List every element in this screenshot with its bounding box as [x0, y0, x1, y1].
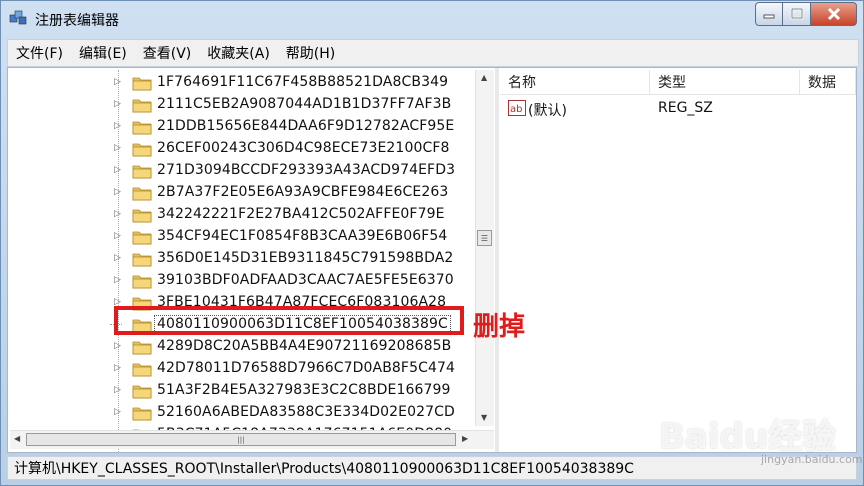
scroll-down-arrow-icon[interactable]: ▼ [481, 413, 487, 422]
menu-file[interactable]: 文件(F) [8, 43, 71, 63]
expand-arrow-icon[interactable]: ▷ [114, 407, 121, 417]
tree-item-label: 354CF94EC1F0854F8B3CAA39E6B06F54 [157, 228, 448, 244]
scroll-right-arrow-icon[interactable]: ▶ [462, 434, 468, 443]
expand-arrow-icon[interactable]: ▷ [114, 77, 121, 87]
close-icon [827, 7, 840, 21]
annotation-label: 删掉 [473, 312, 526, 342]
folder-icon [132, 97, 152, 113]
tree-item[interactable]: ▷ 2B7A37F2E05E6A93A9CBFE984E6CE263 [10, 182, 480, 204]
tree-item[interactable]: ▷ 42D78011D76588D7966C7D0AB8F5C474 [10, 358, 480, 380]
minimize-icon [763, 14, 775, 19]
tree-item-label: 52160A6ABEDA83588C3E334D02E027CD [157, 404, 455, 420]
maximize-button[interactable] [783, 2, 811, 26]
folder-icon [132, 207, 152, 223]
menu-view[interactable]: 查看(V) [135, 43, 200, 63]
expand-arrow-icon[interactable]: ▷ [114, 253, 121, 263]
expand-arrow-icon[interactable]: ▷ [114, 341, 121, 351]
tree-item[interactable]: ▷ 1F764691F11C67F458B88521DA8CB349 [10, 72, 480, 94]
folder-icon [132, 163, 152, 179]
scroll-left-arrow-icon[interactable]: ◀ [14, 434, 20, 443]
value-name-cell[interactable]: (默认) [528, 100, 567, 120]
pane-splitter[interactable] [495, 68, 499, 452]
folder-icon [132, 251, 152, 267]
tree-item-label: 271D3094BCCDF293393A43ACD974EFD3 [157, 162, 456, 178]
tree-item[interactable]: ▷ 342242221F2E27BA412C502AFFE0F79E [10, 204, 480, 226]
folder-icon [132, 273, 152, 289]
tree-item[interactable]: ▷ 21DDB15656E844DAA6F9D12782ACF95E [10, 116, 480, 138]
tree-item-label: 2111C5EB2A9087044AD1B1D37FF7AF3B [157, 96, 452, 112]
expand-arrow-icon[interactable]: ▷ [114, 121, 121, 131]
folder-icon [132, 119, 152, 135]
tree-horizontal-scrollbar[interactable]: ◀ ||| ▶ [10, 430, 494, 449]
expand-arrow-icon[interactable]: ▷ [114, 143, 121, 153]
svg-text:ab: ab [510, 104, 522, 115]
folder-icon [132, 229, 152, 245]
watermark-url: jingyan.baidu.com [761, 453, 863, 466]
status-path: 计算机\HKEY_CLASSES_ROOT\Installer\Products… [14, 461, 634, 477]
folder-icon [132, 141, 152, 157]
column-header-data[interactable]: 数据 [800, 70, 856, 94]
header-divider [500, 94, 856, 95]
expand-arrow-icon[interactable]: ▷ [114, 275, 121, 285]
registry-tree[interactable]: ▷ 1F764691F11C67F458B88521DA8CB349 ▷ 2111C5… [10, 70, 494, 452]
menu-favorites[interactable]: 收藏夹(A) [199, 43, 278, 63]
tree-item-label: 1F764691F11C67F458B88521DA8CB349 [157, 74, 449, 90]
minimize-button[interactable] [755, 2, 783, 26]
expand-arrow-icon[interactable]: ▷ [114, 99, 121, 109]
tree-item-label: 51A3F2B4E5A327983E3C2C8BDE166799 [157, 382, 451, 398]
window-title: 注册表编辑器 [35, 13, 119, 29]
expand-arrow-icon[interactable]: ▷ [114, 187, 121, 197]
tree-item[interactable]: ▷ 271D3094BCCDF293393A43ACD974EFD3 [10, 160, 480, 182]
expand-arrow-icon[interactable]: ▷ [114, 231, 121, 241]
expand-arrow-icon[interactable]: ▷ [114, 209, 121, 219]
expand-arrow-icon[interactable]: ▷ [114, 165, 121, 175]
scroll-thumb[interactable]: ☰ [477, 230, 492, 246]
tree-item-label: 342242221F2E27BA412C502AFFE0F79E [157, 206, 445, 222]
tree-item[interactable]: ▷ 51A3F2B4E5A327983E3C2C8BDE166799 [10, 380, 480, 402]
close-button[interactable] [811, 2, 857, 26]
tree-item-label: 4289D8C20A5BB4A4E90721169208685B [157, 338, 452, 354]
folder-icon [132, 339, 152, 355]
hscroll-thumb[interactable]: ||| [26, 433, 456, 446]
window-controls [755, 2, 857, 28]
tree-item-label: 26CEF00243C306D4C98ECE73E2100CF8 [157, 140, 450, 156]
expand-arrow-icon[interactable]: ▷ [114, 363, 121, 373]
folder-icon [132, 361, 152, 377]
registry-app-icon [9, 9, 29, 27]
menu-bar: 文件(F) 编辑(E) 查看(V) 收藏夹(A) 帮助(H) [7, 39, 859, 67]
folder-icon [132, 185, 152, 201]
folder-icon [132, 75, 152, 91]
folder-icon [132, 405, 152, 421]
title-bar[interactable]: 注册表编辑器 [1, 1, 863, 37]
column-header-name[interactable]: 名称 [500, 70, 650, 94]
tree-item[interactable]: ▷ 2111C5EB2A9087044AD1B1D37FF7AF3B [10, 94, 480, 116]
tree-item[interactable]: ▷ 39103BDF0ADFAAD3CAAC7AE5FE5E6370 [10, 270, 480, 292]
scroll-up-arrow-icon[interactable]: ▲ [481, 73, 487, 82]
tree-vertical-scrollbar[interactable]: ▲ ☰ ▼ [475, 70, 494, 426]
tree-item-label: 2B7A37F2E05E6A93A9CBFE984E6CE263 [157, 184, 449, 200]
watermark-logo: Baidu经验 [659, 417, 837, 457]
client-area: ▷ 1F764691F11C67F458B88521DA8CB349 ▷ 2111C5… [7, 67, 857, 453]
tree-item[interactable]: ▷ 356D0E145D31EB9311845C791598BDA2 [10, 248, 480, 270]
menu-edit[interactable]: 编辑(E) [71, 43, 135, 63]
column-header-type[interactable]: 类型 [650, 70, 800, 94]
folder-icon [132, 383, 152, 399]
values-list[interactable]: 名称 类型 数据 ab (默认) REG_SZ [500, 70, 856, 452]
maximize-icon [790, 8, 803, 20]
expand-arrow-icon[interactable]: ▷ [114, 385, 121, 395]
regedit-window: 注册表编辑器 文件(F) 编辑(E) 查看(V) 收藏夹(A) 帮助(H) ▷ 1… [0, 0, 864, 486]
tree-item-label: 356D0E145D31EB9311845C791598BDA2 [157, 250, 454, 266]
menu-help[interactable]: 帮助(H) [278, 43, 343, 63]
highlight-box [114, 306, 464, 335]
status-bar: 计算机\HKEY_CLASSES_ROOT\Installer\Products… [7, 456, 857, 480]
tree-item-label: 42D78011D76588D7966C7D0AB8F5C474 [157, 360, 455, 376]
value-type-cell: REG_SZ [658, 100, 713, 116]
string-value-icon: ab [508, 100, 526, 116]
tree-item[interactable]: ▷ 52160A6ABEDA83588C3E334D02E027CD [10, 402, 480, 424]
tree-item[interactable]: ▷ 354CF94EC1F0854F8B3CAA39E6B06F54 [10, 226, 480, 248]
tree-item-label: 21DDB15656E844DAA6F9D12782ACF95E [157, 118, 455, 134]
tree-item[interactable]: ▷ 4289D8C20A5BB4A4E90721169208685B [10, 336, 480, 358]
tree-item-label: 39103BDF0ADFAAD3CAAC7AE5FE5E6370 [157, 272, 454, 288]
tree-item[interactable]: ▷ 26CEF00243C306D4C98ECE73E2100CF8 [10, 138, 480, 160]
